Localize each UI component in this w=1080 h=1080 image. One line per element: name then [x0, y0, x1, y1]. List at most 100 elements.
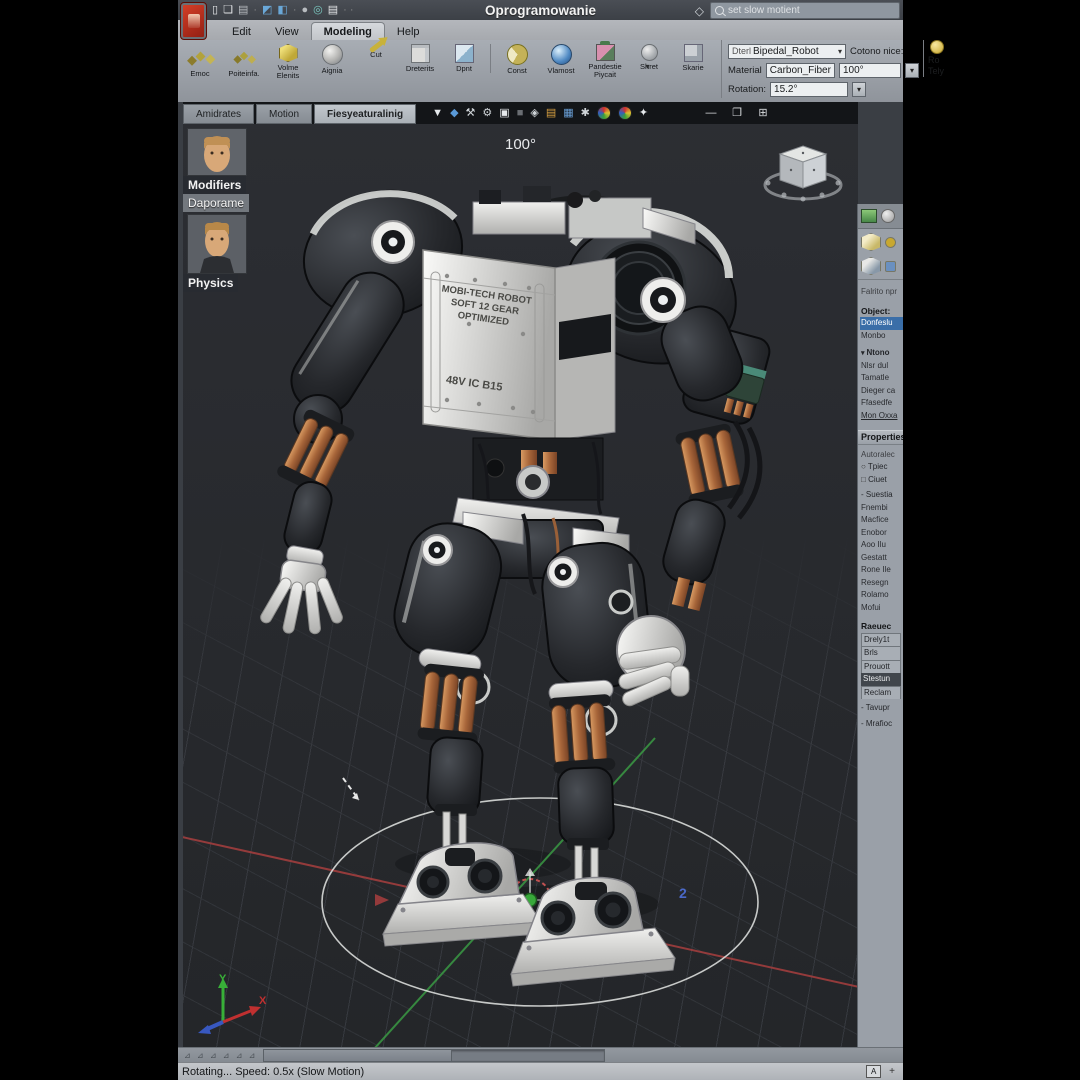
right-panel-row[interactable]: Suestia: [861, 489, 903, 502]
right-panel-row[interactable]: Gestatt: [861, 552, 903, 565]
burst-icon[interactable]: ✱: [581, 102, 590, 124]
geometry-cube-icon[interactable]: [861, 233, 881, 251]
workspace-diamond-icon[interactable]: ◇: [695, 4, 704, 18]
angle-dropdown-button[interactable]: ▾: [905, 63, 919, 78]
minimize-icon[interactable]: —: [704, 102, 718, 124]
filter-funnel-icon[interactable]: ▼: [432, 102, 443, 124]
tag-icon[interactable]: ◈: [530, 102, 538, 124]
viewport-3d[interactable]: 2: [183, 102, 858, 1048]
constraint-sphere-icon[interactable]: Const: [495, 44, 539, 75]
notes-icon[interactable]: ▤: [328, 0, 338, 20]
dot-separator[interactable]: · ·: [343, 0, 353, 20]
right-panel-row[interactable]: Aoo Ilu: [861, 539, 903, 552]
cut-arrow-icon[interactable]: Cut: [354, 44, 398, 59]
hammer-tool-icon[interactable]: ⚒: [466, 102, 476, 124]
import-icon[interactable]: ◩: [262, 0, 272, 20]
rotation-dropdown-button[interactable]: ▾: [852, 82, 866, 97]
viewport-tab[interactable]: Amidrates: [183, 104, 254, 124]
color-wheel-icon[interactable]: [618, 106, 632, 120]
right-panel-row[interactable]: Tpiec: [861, 461, 903, 474]
right-panel-row[interactable]: Monbo: [861, 330, 903, 343]
object-select[interactable]: DterlBipedal_Robot ▾: [728, 44, 846, 59]
satellite-icon[interactable]: ✦: [639, 102, 648, 124]
modifiers-label[interactable]: Modifiers: [183, 176, 246, 194]
robot-model[interactable]: MOBI-TECH ROBOT SOFT 12 GEAR OPTIMIZED 4…: [223, 182, 783, 1022]
right-panel-row[interactable]: Fnembi: [861, 502, 903, 515]
right-panel-row[interactable]: Mrafioc: [861, 718, 903, 731]
physics-avatar[interactable]: [187, 214, 247, 274]
viewport-tab[interactable]: Fiesyeaturalinig: [314, 104, 416, 124]
right-panel-row[interactable]: Rone Ile: [861, 564, 903, 577]
paint-icon[interactable]: ◆: [450, 102, 458, 124]
search-input[interactable]: set slow motient: [710, 2, 900, 19]
clipboard-icon[interactable]: ▤: [238, 0, 248, 20]
copy-docs-icon[interactable]: ❏: [223, 0, 233, 20]
menu-item[interactable]: View: [263, 23, 311, 40]
menu-item[interactable]: Modeling: [311, 22, 385, 40]
layout-grid-icon[interactable]: ⊞: [756, 102, 770, 124]
globe-icon[interactable]: ◎: [313, 0, 323, 20]
right-panel-row[interactable]: Enobor: [861, 527, 903, 540]
modifier-cube-icon[interactable]: [861, 257, 881, 275]
right-panel-row[interactable]: Dieger ca: [861, 385, 903, 398]
right-panel-row[interactable]: Nlsr dul: [861, 360, 903, 373]
right-panel-row[interactable]: Prouott: [861, 660, 901, 674]
right-panel-row[interactable]: Reclam: [861, 686, 901, 700]
material-field[interactable]: Carbon_Fiber: [766, 63, 835, 78]
right-panel-row[interactable]: Autoralec: [861, 449, 903, 462]
dot-separator[interactable]: ·: [253, 0, 257, 20]
new-doc-icon[interactable]: ▯: [212, 0, 218, 20]
viewport-tab[interactable]: Motion: [256, 104, 312, 124]
angle-field[interactable]: 100°: [839, 63, 901, 78]
gear-tool-icon[interactable]: ⚙: [482, 102, 492, 124]
volume-elements-cube-icon[interactable]: Volme Elenits: [266, 44, 310, 80]
menu-item[interactable]: Edit: [220, 23, 263, 40]
view-cube[interactable]: [760, 138, 846, 210]
region-icon[interactable]: ■: [517, 102, 524, 124]
stamp-icon[interactable]: Skarie: [671, 44, 715, 72]
sphere-tool-icon[interactable]: [881, 209, 895, 223]
physics-label[interactable]: Physics: [183, 274, 238, 292]
bookmark-icon[interactable]: ◧: [277, 0, 287, 20]
right-panel-row[interactable]: Properties: [858, 430, 903, 445]
folder-icon[interactable]: ▤: [546, 102, 556, 124]
restore-icon[interactable]: ❐: [730, 102, 744, 124]
right-panel-row[interactable]: Ciuet: [861, 474, 903, 487]
timeline-bar[interactable]: ⊿ ⊿ ⊿ ⊿ ⊿ ⊿: [178, 1047, 903, 1063]
frame-icon[interactable]: ▣: [499, 102, 509, 124]
right-panel-row[interactable]: Raeuec: [861, 620, 903, 633]
right-panel-row[interactable]: Mofui: [861, 602, 903, 615]
right-panel-row[interactable]: Mon Oxxa: [861, 410, 903, 423]
package-icon[interactable]: Pandestie Piycait: [583, 44, 627, 79]
menu-item[interactable]: Help: [385, 23, 432, 40]
right-panel-row[interactable]: Tamatle: [861, 372, 903, 385]
right-panel-row[interactable]: Donfeslu: [860, 317, 903, 330]
right-panel-row[interactable]: Object:: [861, 305, 903, 318]
right-panel-row[interactable]: Tavupr: [861, 702, 903, 715]
sphere-icon[interactable]: ●: [302, 0, 309, 20]
color-wheel-icon[interactable]: [597, 106, 611, 120]
right-panel-row[interactable]: Ntono: [861, 347, 903, 360]
right-panel-row[interactable]: Macfice: [861, 514, 903, 527]
app-logo-icon[interactable]: [180, 2, 207, 40]
right-panel-row[interactable]: Drely1t: [861, 633, 901, 647]
rotation-field[interactable]: 15.2°: [770, 82, 848, 97]
pointinfo-icon[interactable]: Poiteinfa.: [222, 44, 266, 78]
dot-separator[interactable]: ·: [293, 0, 297, 20]
align-sphere-icon[interactable]: Aignia: [310, 44, 354, 75]
modifier-avatar[interactable]: [187, 128, 247, 176]
daporame-label[interactable]: Daporame: [183, 194, 249, 212]
right-panel-row[interactable]: Rolamo: [861, 589, 903, 602]
right-panel-row[interactable]: Brls: [861, 646, 901, 660]
right-panel-row[interactable]: Resegn: [861, 577, 903, 590]
details-panel-icon[interactable]: Dreterits: [398, 44, 442, 73]
right-panel-row[interactable]: Falrito npr: [861, 286, 903, 299]
right-panel-row[interactable]: Ffasedfe: [861, 397, 903, 410]
grid-icon[interactable]: ▦: [563, 102, 573, 124]
emoc-vertex-icon[interactable]: Emoc: [178, 44, 222, 78]
right-panel-row[interactable]: Stestun: [861, 673, 901, 686]
deform-mirror-icon[interactable]: Dpnt: [442, 44, 491, 73]
annotation-icon[interactable]: A: [866, 1065, 881, 1078]
blue-sphere-icon[interactable]: Vlamost: [539, 44, 583, 75]
move-cursor-icon[interactable]: +: [889, 1066, 895, 1077]
